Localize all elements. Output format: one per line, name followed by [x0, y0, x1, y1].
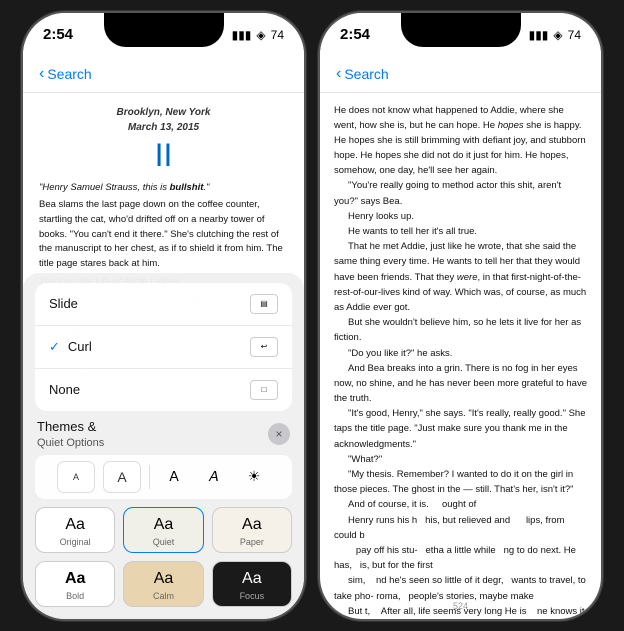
- right-chevron-left-icon: ‹: [336, 65, 341, 83]
- right-battery-icon: 74: [568, 28, 581, 42]
- themes-header: Themes & Quiet Options ×: [23, 411, 304, 455]
- theme-focus-label: Focus: [240, 591, 265, 601]
- slide-menu: Slide ▤ ✓ Curl ↩: [35, 283, 292, 411]
- slide-option[interactable]: Slide ▤: [35, 283, 292, 326]
- large-a-label: A: [117, 469, 126, 485]
- small-a-label: A: [73, 472, 79, 482]
- theme-focus[interactable]: Aa Focus: [212, 561, 292, 607]
- theme-quiet[interactable]: Aa Quiet: [123, 507, 203, 553]
- theme-calm-label: Calm: [153, 591, 174, 601]
- left-status-bar: 2:54 ▮▮▮ ◈ 74: [23, 13, 304, 57]
- right-back-label: Search: [344, 66, 388, 82]
- theme-calm[interactable]: Aa Calm: [123, 561, 203, 607]
- font-style-icon: 𝘈: [209, 468, 219, 485]
- right-nav-bar: ‹ Search: [320, 57, 601, 93]
- book-header: Brooklyn, New YorkMarch 13, 2015 II: [39, 105, 288, 171]
- close-icon: ×: [275, 427, 282, 441]
- left-back-label: Search: [47, 66, 91, 82]
- theme-original-aa: Aa: [65, 516, 85, 534]
- none-option[interactable]: None □: [35, 369, 292, 411]
- theme-original[interactable]: Aa Original: [35, 507, 115, 553]
- theme-bold-label: Bold: [66, 591, 84, 601]
- book-chapter: II: [39, 139, 288, 171]
- page-number: 524: [453, 601, 468, 611]
- font-decrease-button[interactable]: A: [57, 461, 95, 493]
- font-controls: A A 𝖠 𝘈 ☀: [35, 455, 292, 499]
- left-status-icons: ▮▮▮ ◈ 74: [232, 28, 284, 42]
- font-increase-button[interactable]: A: [103, 461, 141, 493]
- battery-icon: 74: [271, 28, 284, 42]
- font-type-button[interactable]: 𝖠: [158, 461, 190, 493]
- curl-label: Curl: [68, 339, 92, 354]
- right-signal-icon: ▮▮▮: [529, 28, 549, 42]
- book-location: Brooklyn, New YorkMarch 13, 2015: [39, 105, 288, 135]
- wifi-icon: ◈: [256, 28, 265, 42]
- curl-option[interactable]: ✓ Curl ↩: [35, 326, 292, 369]
- none-label: None: [49, 382, 80, 397]
- slide-icon-box: ▤: [250, 294, 278, 314]
- curl-icon-box: ↩: [250, 337, 278, 357]
- bottom-panel: Slide ▤ ✓ Curl ↩: [23, 273, 304, 619]
- font-separator: [149, 465, 150, 489]
- notch: [104, 13, 224, 47]
- right-wifi-icon: ◈: [553, 28, 562, 42]
- chevron-left-icon: ‹: [39, 65, 44, 83]
- theme-bold[interactable]: Aa Bold: [35, 561, 115, 607]
- curl-icon: ↩: [261, 342, 268, 351]
- font-style-button[interactable]: 𝘈: [198, 461, 230, 493]
- theme-calm-aa: Aa: [154, 570, 174, 588]
- right-status-icons: ▮▮▮ ◈ 74: [529, 28, 581, 42]
- check-icon: ✓: [49, 339, 60, 355]
- right-notch: [401, 13, 521, 47]
- theme-quiet-aa: Aa: [154, 516, 174, 534]
- none-icon: □: [262, 385, 267, 394]
- font-icon: 𝖠: [169, 468, 179, 485]
- right-phone: 2:54 ▮▮▮ ◈ 74 ‹ Search He does not know …: [318, 11, 603, 621]
- theme-focus-aa: Aa: [242, 570, 262, 588]
- theme-grid: Aa Original Aa Quiet Aa Paper Aa Bold: [23, 507, 304, 619]
- right-status-time: 2:54: [340, 26, 370, 43]
- display-settings-button[interactable]: ☀: [238, 461, 270, 493]
- right-status-bar: 2:54 ▮▮▮ ◈ 74: [320, 13, 601, 57]
- theme-quiet-label: Quiet: [153, 537, 175, 547]
- left-status-time: 2:54: [43, 26, 73, 43]
- scroll-icon: ▤: [260, 299, 268, 308]
- theme-original-label: Original: [60, 537, 91, 547]
- left-nav-bar: ‹ Search: [23, 57, 304, 93]
- theme-bold-aa: Aa: [65, 570, 85, 588]
- themes-title: Themes & Quiet Options: [37, 419, 104, 449]
- theme-paper-label: Paper: [240, 537, 264, 547]
- right-back-button[interactable]: ‹ Search: [336, 65, 389, 83]
- display-icon: ☀: [248, 468, 261, 485]
- theme-paper-aa: Aa: [242, 516, 262, 534]
- themes-close-button[interactable]: ×: [268, 423, 290, 445]
- slide-label: Slide: [49, 296, 78, 311]
- left-back-button[interactable]: ‹ Search: [39, 65, 92, 83]
- signal-icon: ▮▮▮: [232, 28, 252, 42]
- phones-container: 2:54 ▮▮▮ ◈ 74 ‹ Search Brooklyn, New Yor…: [21, 11, 603, 621]
- right-book-content: He does not know what happened to Addie,…: [320, 93, 601, 619]
- theme-paper[interactable]: Aa Paper: [212, 507, 292, 553]
- none-icon-box: □: [250, 380, 278, 400]
- left-phone: 2:54 ▮▮▮ ◈ 74 ‹ Search Brooklyn, New Yor…: [21, 11, 306, 621]
